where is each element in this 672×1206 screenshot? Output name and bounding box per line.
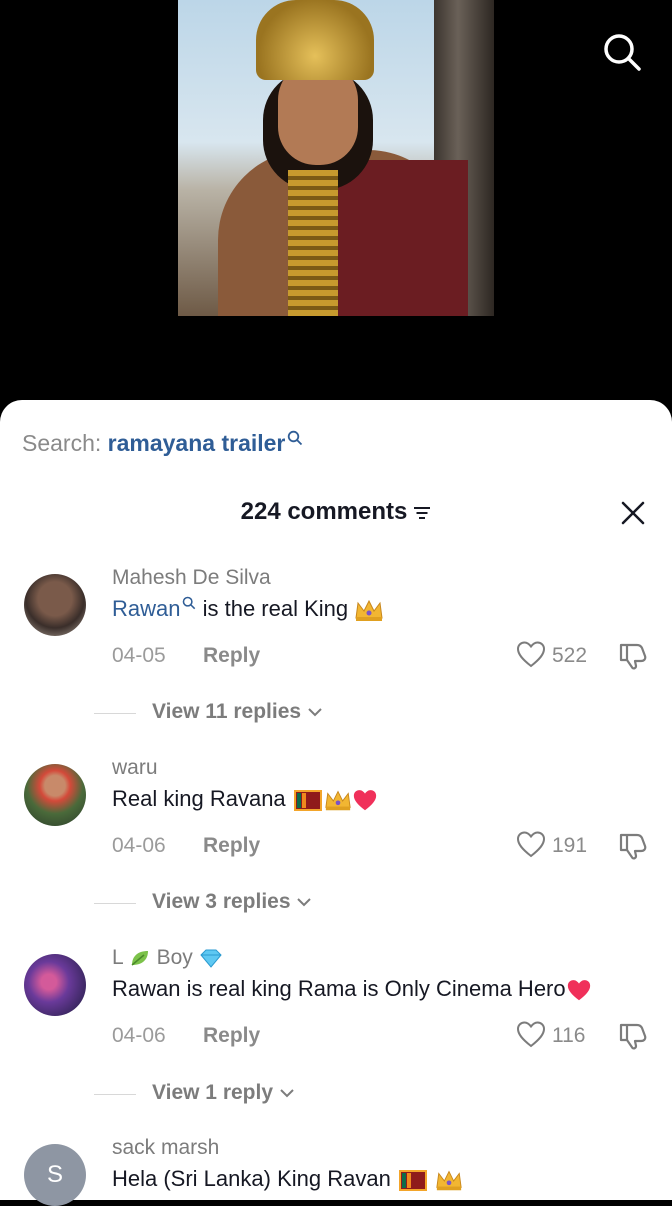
chevron-down-icon <box>297 898 312 907</box>
comment-username[interactable]: waru <box>112 756 158 780</box>
comment-date: 04-05 <box>112 644 166 667</box>
comment-date: 04-06 <box>112 834 166 857</box>
chevron-down-icon <box>280 1089 294 1098</box>
like-count: 116 <box>552 1024 586 1047</box>
comment-username[interactable]: Mahesh De Silva <box>112 566 271 590</box>
comment-text: Rawan is real king Rama is Only Cinema H… <box>112 976 592 1002</box>
chevron-down-icon <box>308 708 322 717</box>
sort-icon[interactable] <box>413 505 431 521</box>
divider <box>94 713 136 714</box>
avatar[interactable] <box>24 954 86 1016</box>
comment-username[interactable]: L Boy <box>112 946 223 970</box>
comment-body: Real king Ravana <box>112 786 286 811</box>
thumbs-down-icon[interactable] <box>617 1020 649 1052</box>
divider <box>94 903 136 904</box>
comment-body: Hela (Sri Lanka) King Ravan <box>112 1166 391 1191</box>
comments-sheet: Search: ramayana trailer 224 comments Ma… <box>0 400 672 1206</box>
like-count: 191 <box>552 834 588 857</box>
diamond-emoji-icon <box>199 949 222 969</box>
thumbs-down-icon[interactable] <box>617 830 649 862</box>
avatar[interactable] <box>24 574 86 636</box>
crown-emoji-icon <box>325 790 351 811</box>
comment-username[interactable]: sack marsh <box>112 1136 219 1160</box>
sri-lanka-flag-icon <box>293 789 322 811</box>
search-prefix: Search: <box>22 430 102 456</box>
like-count: 522 <box>552 644 588 667</box>
view-replies-button[interactable]: View 3 replies <box>152 890 312 914</box>
divider <box>94 1094 136 1095</box>
avatar[interactable]: S <box>24 1144 86 1206</box>
heart-emoji-icon <box>567 980 590 1001</box>
comments-count: 224 comments <box>240 498 408 525</box>
video-area[interactable] <box>0 0 672 420</box>
crown-emoji-icon <box>436 1170 462 1191</box>
reply-button[interactable]: Reply <box>203 644 260 668</box>
comment-body: Rawan is real king Rama is Only Cinema H… <box>112 976 566 1001</box>
crown-emoji-icon <box>355 600 383 622</box>
leaf-emoji-icon <box>131 951 148 967</box>
search-icon <box>288 430 303 446</box>
view-replies-label: View 3 replies <box>152 890 291 913</box>
comments-header: 224 comments <box>0 498 672 526</box>
avatar[interactable] <box>24 764 86 826</box>
view-replies-label: View 11 replies <box>152 700 302 723</box>
comment-date: 04-06 <box>112 1024 166 1047</box>
close-icon[interactable] <box>618 498 648 528</box>
heart-outline-icon[interactable] <box>516 830 546 860</box>
heart-outline-icon[interactable] <box>516 640 546 670</box>
heart-outline-icon[interactable] <box>516 1020 546 1050</box>
username-part: L <box>112 946 123 969</box>
video-poster-image <box>178 0 494 316</box>
view-replies-button[interactable]: View 11 replies <box>152 700 323 724</box>
view-replies-button[interactable]: View 1 reply <box>152 1081 295 1105</box>
reply-button[interactable]: Reply <box>203 834 260 858</box>
search-query-link[interactable]: ramayana trailer <box>108 430 286 456</box>
comment-body: is the real King <box>196 596 349 621</box>
comment-text: Real king Ravana <box>112 786 378 812</box>
comment-text: Hela (Sri Lanka) King Ravan <box>112 1166 463 1192</box>
search-icon[interactable] <box>602 32 642 72</box>
comment-tag-link[interactable]: Rawan <box>112 596 180 621</box>
view-replies-label: View 1 reply <box>152 1081 274 1104</box>
thumbs-down-icon[interactable] <box>617 640 649 672</box>
sri-lanka-flag-icon <box>398 1169 427 1191</box>
related-search[interactable]: Search: ramayana trailer <box>22 430 303 457</box>
reply-button[interactable]: Reply <box>203 1024 260 1048</box>
search-icon <box>183 596 196 610</box>
username-part: Boy <box>156 946 193 969</box>
comment-text: Rawan is the real King <box>112 596 384 622</box>
heart-emoji-icon <box>353 790 376 811</box>
